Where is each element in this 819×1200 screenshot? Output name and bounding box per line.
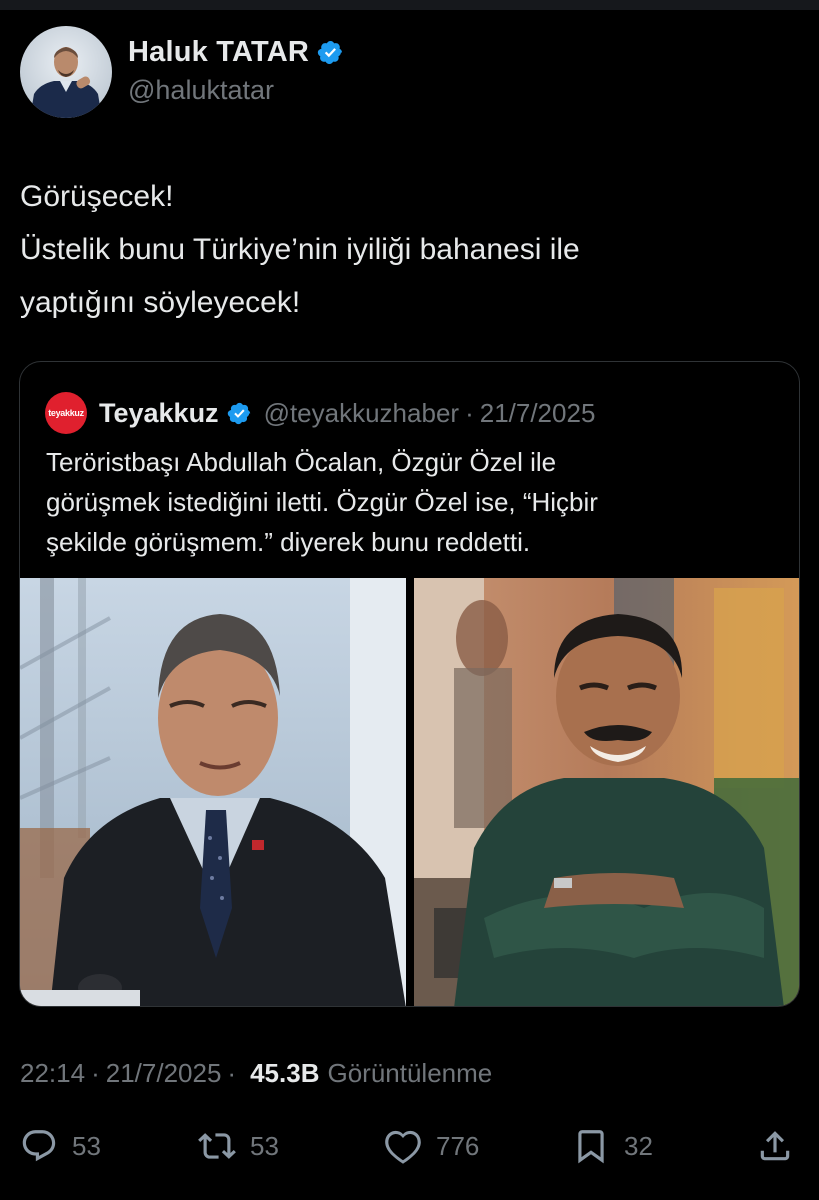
reply-count: 53 bbox=[72, 1130, 101, 1161]
quoted-author-name: Teyakkuz bbox=[99, 397, 219, 428]
quoted-photo-left[interactable] bbox=[20, 578, 406, 1006]
reply-button[interactable]: 53 bbox=[20, 1120, 101, 1172]
quoted-tweet[interactable]: teyakkuz Teyakkuz @teyakkuzhaber · 21/7/… bbox=[19, 361, 800, 1007]
like-button[interactable]: 776 bbox=[384, 1120, 479, 1172]
author-name[interactable]: Haluk TATAR bbox=[128, 36, 309, 69]
media-gap bbox=[406, 578, 414, 1006]
separator-dot: · bbox=[91, 1058, 100, 1088]
view-count: 45.3B bbox=[250, 1058, 320, 1088]
quoted-line: görüşmek istediğini iletti. Özgür Özel i… bbox=[46, 487, 598, 517]
repost-count: 53 bbox=[250, 1130, 279, 1161]
tweet-line: Üstelik bunu Türkiye’nin iyiliği bahanes… bbox=[20, 233, 580, 266]
tweet-time[interactable]: 22:14 bbox=[20, 1058, 85, 1089]
like-count: 776 bbox=[436, 1130, 480, 1161]
tweet-line: Görüşecek! bbox=[20, 180, 174, 213]
tweet-text: Görüşecek! Üstelik bunu Türkiye’nin iyil… bbox=[20, 170, 800, 329]
author-handle[interactable]: @haluktatar bbox=[128, 75, 344, 106]
tweet-meta: 22:14 · 21/7/2025 · 45.3B Görüntülenme bbox=[20, 1058, 492, 1089]
quoted-tweet-header: teyakkuz Teyakkuz @teyakkuzhaber · 21/7/… bbox=[45, 392, 595, 434]
author-info: Haluk TATAR @haluktatar bbox=[128, 36, 344, 106]
verified-badge-icon bbox=[317, 40, 343, 65]
quoted-line: Teröristbaşı Abdullah Öcalan, Özgür Özel… bbox=[46, 447, 557, 477]
bookmark-button[interactable]: 32 bbox=[572, 1120, 653, 1172]
quoted-author-handle: @teyakkuzhaber bbox=[263, 397, 460, 428]
repost-button[interactable]: 53 bbox=[198, 1120, 279, 1172]
bookmark-count: 32 bbox=[624, 1130, 653, 1161]
view-label: Görüntülenme bbox=[327, 1058, 493, 1088]
action-bar: 53 53 776 32 bbox=[20, 1120, 800, 1172]
separator-dot: · bbox=[465, 397, 474, 428]
separator-dot: · bbox=[227, 1058, 237, 1088]
quoted-photo-right[interactable] bbox=[414, 578, 799, 1006]
like-icon bbox=[385, 1130, 421, 1164]
quoted-logo-text: teyakkuz bbox=[48, 408, 84, 418]
share-icon bbox=[760, 1131, 790, 1161]
tweet-header: Haluk TATAR @haluktatar bbox=[20, 26, 344, 118]
share-button[interactable] bbox=[756, 1120, 794, 1172]
tweet-date[interactable]: 21/7/2025 bbox=[106, 1058, 222, 1089]
quoted-date: 21/7/2025 bbox=[479, 397, 596, 428]
verified-badge-icon bbox=[227, 402, 250, 424]
quoted-media bbox=[20, 578, 799, 1006]
repost-icon bbox=[198, 1133, 236, 1159]
reply-icon bbox=[22, 1130, 56, 1162]
name-row: Haluk TATAR bbox=[128, 36, 344, 69]
quoted-avatar[interactable]: teyakkuz bbox=[45, 392, 87, 434]
quoted-line: şekilde görüşmem.” diyerek bunu reddetti… bbox=[46, 527, 531, 557]
tweet-line: yaptığını söyleyecek! bbox=[20, 286, 301, 319]
bookmark-icon bbox=[578, 1130, 604, 1164]
author-avatar[interactable] bbox=[20, 26, 112, 118]
top-bar bbox=[0, 0, 819, 10]
quoted-tweet-text: Teröristbaşı Abdullah Öcalan, Özgür Özel… bbox=[46, 442, 786, 562]
